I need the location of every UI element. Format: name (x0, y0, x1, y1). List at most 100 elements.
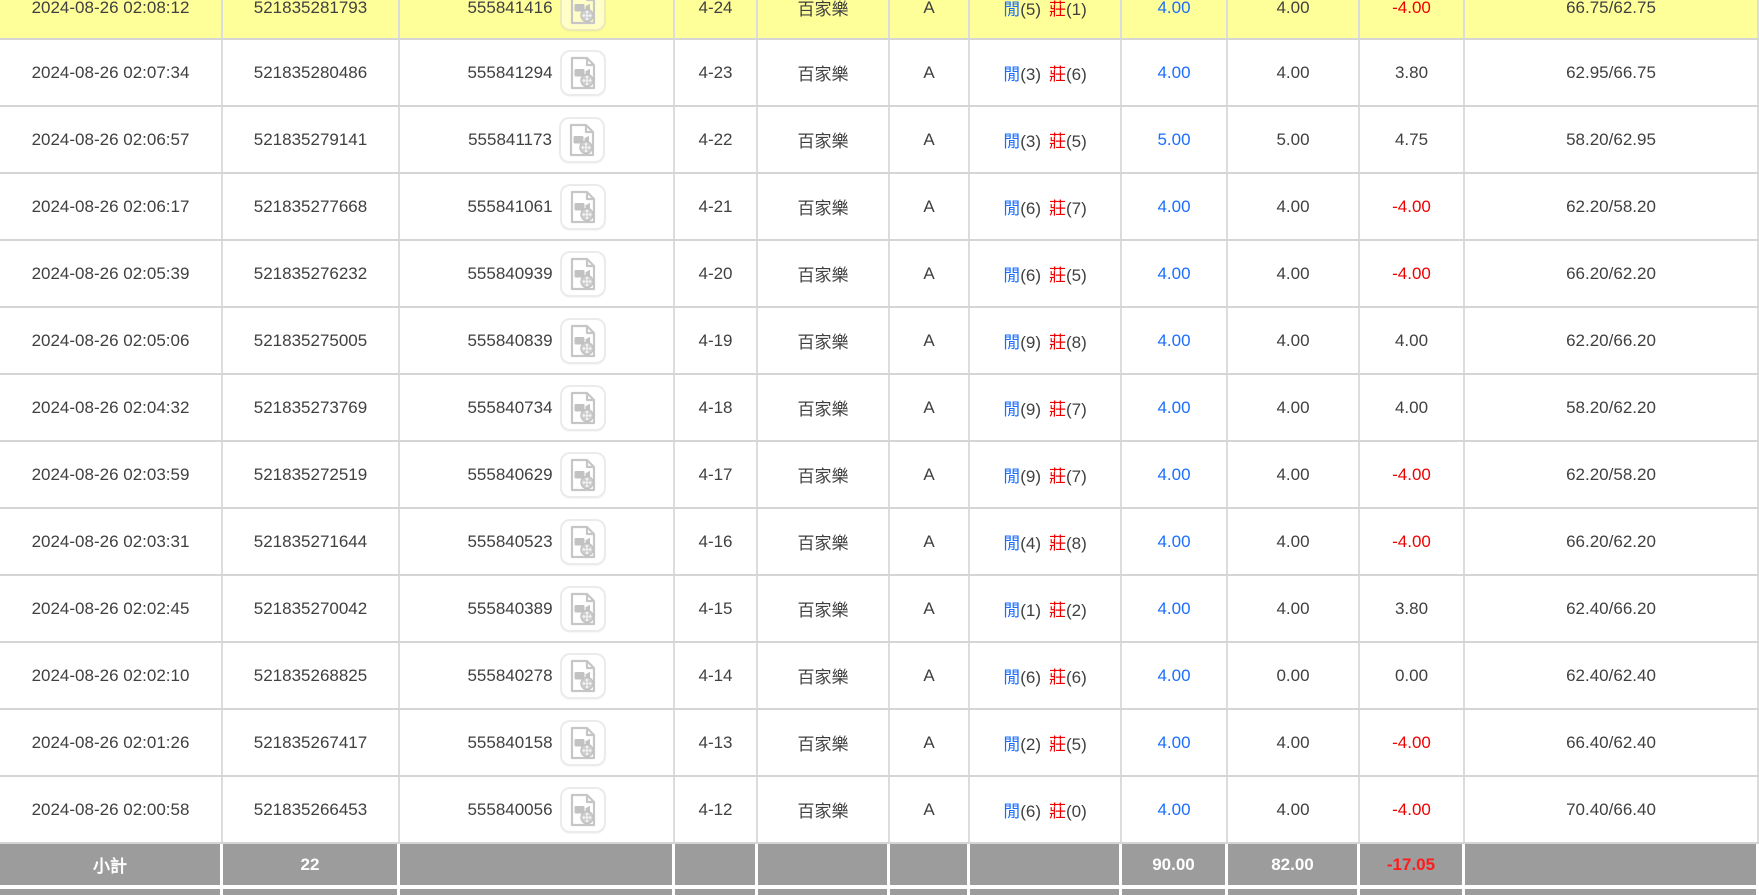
cell-round-number: 4-18 (675, 375, 758, 440)
bet-amount-link[interactable]: 4.00 (1157, 0, 1190, 18)
video-replay-button[interactable] (560, 787, 606, 833)
cell-bet-id: 521835279141 (223, 107, 400, 172)
cell-table-code: A (890, 375, 970, 440)
bet-amount-link[interactable]: 5.00 (1157, 130, 1190, 150)
bet-amount-link[interactable]: 4.00 (1157, 599, 1190, 619)
video-replay-button[interactable] (560, 519, 606, 565)
banker-label: 莊 (1049, 333, 1066, 352)
video-replay-button[interactable] (560, 0, 606, 31)
cell-bet-id: 521835272519 (223, 442, 400, 507)
cell-game-result: 閒(5) 莊(1) (970, 0, 1122, 40)
bet-amount-link[interactable]: 4.00 (1157, 331, 1190, 351)
player-label: 閒 (1003, 601, 1020, 620)
table-row[interactable]: 2024-08-26 02:08:12 521835281793 5558414… (0, 0, 1759, 40)
subtotal-label-cell: 小計 (0, 844, 223, 885)
bet-amount-link[interactable]: 4.00 (1157, 465, 1190, 485)
bet-amount-link[interactable]: 4.00 (1157, 398, 1190, 418)
cell-win-loss: -4.00 (1360, 0, 1465, 40)
cell-game-type: 百家樂 (758, 643, 890, 708)
video-file-icon (567, 793, 599, 827)
video-replay-button[interactable] (560, 318, 606, 364)
cell-bet-amount: 4.00 (1122, 308, 1228, 373)
cell-balance: 62.20/66.20 (1465, 308, 1759, 373)
subtotal-empty-cell (970, 844, 1122, 885)
cell-table-code: A (890, 509, 970, 574)
cell-bet-time: 2024-08-26 02:02:45 (0, 576, 223, 641)
cell-valid-bet: 4.00 (1228, 308, 1360, 373)
video-replay-button[interactable] (560, 50, 606, 96)
table-row[interactable]: 2024-08-26 02:05:39 521835276232 5558409… (0, 241, 1759, 308)
cell-balance: 66.20/62.20 (1465, 241, 1759, 306)
cell-game-result: 閒(6) 莊(7) (970, 174, 1122, 239)
cell-round-id: 555840629 (400, 442, 675, 507)
cell-table-code: A (890, 174, 970, 239)
video-replay-button[interactable] (560, 385, 606, 431)
table-row[interactable]: 2024-08-26 02:05:06 521835275005 5558408… (0, 308, 1759, 375)
bet-amount-link[interactable]: 4.00 (1157, 733, 1190, 753)
cell-bet-amount: 4.00 (1122, 442, 1228, 507)
cell-round-id: 555840389 (400, 576, 675, 641)
banker-label: 莊 (1049, 0, 1066, 19)
table-row[interactable]: 2024-08-26 02:02:45 521835270042 5558403… (0, 576, 1759, 643)
video-replay-button[interactable] (560, 720, 606, 766)
table-row[interactable]: 2024-08-26 02:04:32 521835273769 5558407… (0, 375, 1759, 442)
bet-amount-link[interactable]: 4.00 (1157, 800, 1190, 820)
banker-label: 莊 (1049, 601, 1066, 620)
cell-round-id: 555841061 (400, 174, 675, 239)
cell-round-number: 4-14 (675, 643, 758, 708)
cell-game-result: 閒(9) 莊(7) (970, 442, 1122, 507)
cell-round-id: 555840939 (400, 241, 675, 306)
table-row[interactable]: 2024-08-26 02:03:31 521835271644 5558405… (0, 509, 1759, 576)
cell-balance: 58.20/62.20 (1465, 375, 1759, 440)
player-label: 閒 (1003, 0, 1020, 19)
total-row-clipped (0, 889, 1759, 895)
bet-amount-link[interactable]: 4.00 (1157, 532, 1190, 552)
cell-round-id: 555841416 (400, 0, 675, 40)
bet-amount-link[interactable]: 4.00 (1157, 666, 1190, 686)
cell-bet-id: 521835271644 (223, 509, 400, 574)
bet-amount-link[interactable]: 4.00 (1157, 264, 1190, 284)
cell-valid-bet: 4.00 (1228, 40, 1360, 105)
bet-amount-link[interactable]: 4.00 (1157, 63, 1190, 83)
cell-valid-bet: 4.00 (1228, 0, 1360, 40)
cell-balance: 66.75/62.75 (1465, 0, 1759, 40)
cell-valid-bet: 4.00 (1228, 710, 1360, 775)
video-file-icon (567, 592, 599, 626)
cell-balance: 62.95/66.75 (1465, 40, 1759, 105)
cell-game-result: 閒(3) 莊(5) (970, 107, 1122, 172)
player-label: 閒 (1003, 333, 1020, 352)
cell-bet-time: 2024-08-26 02:01:26 (0, 710, 223, 775)
cell-bet-time: 2024-08-26 02:06:17 (0, 174, 223, 239)
cell-win-loss: -4.00 (1360, 174, 1465, 239)
video-replay-button[interactable] (559, 117, 605, 163)
cell-round-number: 4-22 (675, 107, 758, 172)
cell-game-type: 百家樂 (758, 40, 890, 105)
video-file-icon (567, 0, 599, 25)
cell-win-loss: -4.00 (1360, 777, 1465, 842)
video-replay-button[interactable] (560, 251, 606, 297)
video-file-icon (567, 659, 599, 693)
player-label: 閒 (1003, 802, 1020, 821)
player-label: 閒 (1003, 668, 1020, 687)
table-row[interactable]: 2024-08-26 02:06:57 521835279141 5558411… (0, 107, 1759, 174)
cell-win-loss: -4.00 (1360, 710, 1465, 775)
table-row[interactable]: 2024-08-26 02:03:59 521835272519 5558406… (0, 442, 1759, 509)
player-label: 閒 (1003, 199, 1020, 218)
video-file-icon (567, 525, 599, 559)
table-row[interactable]: 2024-08-26 02:00:58 521835266453 5558400… (0, 777, 1759, 844)
table-row[interactable]: 2024-08-26 02:07:34 521835280486 5558412… (0, 40, 1759, 107)
video-replay-button[interactable] (560, 452, 606, 498)
cell-game-result: 閒(9) 莊(8) (970, 308, 1122, 373)
video-replay-button[interactable] (560, 184, 606, 230)
video-replay-button[interactable] (560, 586, 606, 632)
bet-history-rows: 2024-08-26 02:08:12 521835281793 5558414… (0, 0, 1759, 844)
cell-win-loss: 4.00 (1360, 308, 1465, 373)
table-row[interactable]: 2024-08-26 02:06:17 521835277668 5558410… (0, 174, 1759, 241)
table-row[interactable]: 2024-08-26 02:02:10 521835268825 5558402… (0, 643, 1759, 710)
video-replay-button[interactable] (560, 653, 606, 699)
table-row[interactable]: 2024-08-26 02:01:26 521835267417 5558401… (0, 710, 1759, 777)
subtotal-empty-cell (758, 844, 890, 885)
cell-valid-bet: 4.00 (1228, 777, 1360, 842)
bet-amount-link[interactable]: 4.00 (1157, 197, 1190, 217)
cell-game-type: 百家樂 (758, 777, 890, 842)
